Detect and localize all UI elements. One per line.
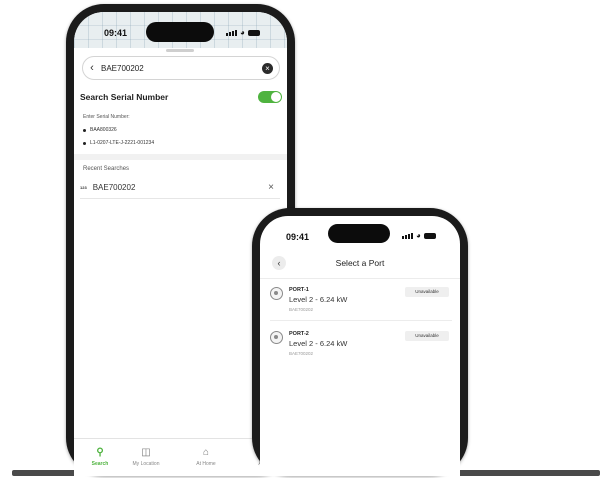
port-name: PORT-1	[289, 287, 309, 293]
section-divider	[74, 154, 287, 160]
serial-search-row: Search Serial Number	[80, 88, 282, 106]
dynamic-island	[146, 22, 214, 42]
dynamic-island	[328, 224, 390, 243]
charger-plug-icon	[270, 287, 283, 300]
port-level: Level 2 - 6.24 kW	[289, 339, 348, 348]
example-text: L1-0207-LTE-J-2221-001234	[90, 140, 155, 146]
status-time: 09:41	[286, 232, 310, 242]
serial-toggle[interactable]	[258, 91, 282, 103]
tab-my-location[interactable]: ◫ My Location	[126, 447, 166, 467]
search-input[interactable]: ‹ BAE700202 ×	[82, 56, 280, 80]
port-serial: BAE700202	[289, 351, 314, 356]
phone-select-port: 09:41 ◕ ‹ Select a Port PORT-1 Level 2 -…	[252, 208, 468, 476]
example-text: BAA800326	[90, 127, 117, 133]
signal-icon	[226, 30, 237, 36]
home-icon: ⌂	[202, 447, 210, 458]
wifi-icon: ◕	[240, 28, 245, 37]
port-serial: BAE700202	[289, 307, 314, 312]
example-item: BAA800326	[83, 127, 117, 133]
port-item[interactable]: PORT-2 Level 2 - 6.24 kW BAE700202 Unava…	[260, 326, 460, 370]
tab-at-home[interactable]: ⌂ At Home	[186, 447, 226, 467]
status-icons: ◕	[402, 232, 436, 240]
serial-hint: Enter Serial Number:	[83, 114, 130, 120]
numeric-icon: 123	[80, 184, 87, 190]
wifi-icon: ◕	[416, 231, 421, 240]
port-name: PORT-2	[289, 331, 309, 337]
serial-toggle-label: Search Serial Number	[80, 92, 169, 102]
page-title: Select a Port	[335, 258, 385, 268]
recent-search-value[interactable]: BAE700202	[93, 183, 268, 192]
status-icons: ◕	[226, 29, 260, 37]
tab-search[interactable]: ⚲ Search	[80, 447, 120, 467]
chevron-left-icon[interactable]: ‹	[83, 62, 101, 74]
map-icon: ◫	[141, 447, 151, 458]
tab-label: At Home	[196, 461, 216, 467]
select-port-screen: 09:41 ◕ ‹ Select a Port PORT-1 Level 2 -…	[260, 216, 460, 476]
status-badge: Unavailable	[405, 331, 449, 341]
bullet-icon	[83, 141, 86, 145]
nav-bar: ‹ Select a Port	[260, 252, 460, 274]
recent-search-item[interactable]: 123 BAE700202 ×	[80, 180, 280, 194]
tab-label: My Location	[132, 461, 160, 467]
search-value[interactable]: BAE700202	[101, 64, 262, 73]
tab-label: Search	[91, 461, 109, 467]
recent-searches-header: Recent Searches	[83, 166, 130, 172]
example-item: L1-0207-LTE-J-2221-001234	[83, 140, 154, 146]
signal-icon	[402, 233, 413, 239]
status-time: 09:41	[104, 28, 128, 38]
bullet-icon	[83, 128, 86, 132]
sheet-grabber[interactable]	[166, 49, 194, 52]
search-icon: ⚲	[96, 447, 104, 458]
status-badge: Unavailable	[405, 287, 449, 297]
clear-icon[interactable]: ×	[262, 62, 273, 74]
charger-plug-icon	[270, 331, 283, 344]
remove-icon[interactable]: ×	[268, 182, 274, 193]
port-level: Level 2 - 6.24 kW	[289, 295, 348, 304]
divider	[80, 198, 280, 199]
divider	[260, 278, 460, 279]
battery-icon	[423, 233, 436, 239]
battery-icon	[247, 30, 260, 36]
divider	[270, 320, 452, 321]
